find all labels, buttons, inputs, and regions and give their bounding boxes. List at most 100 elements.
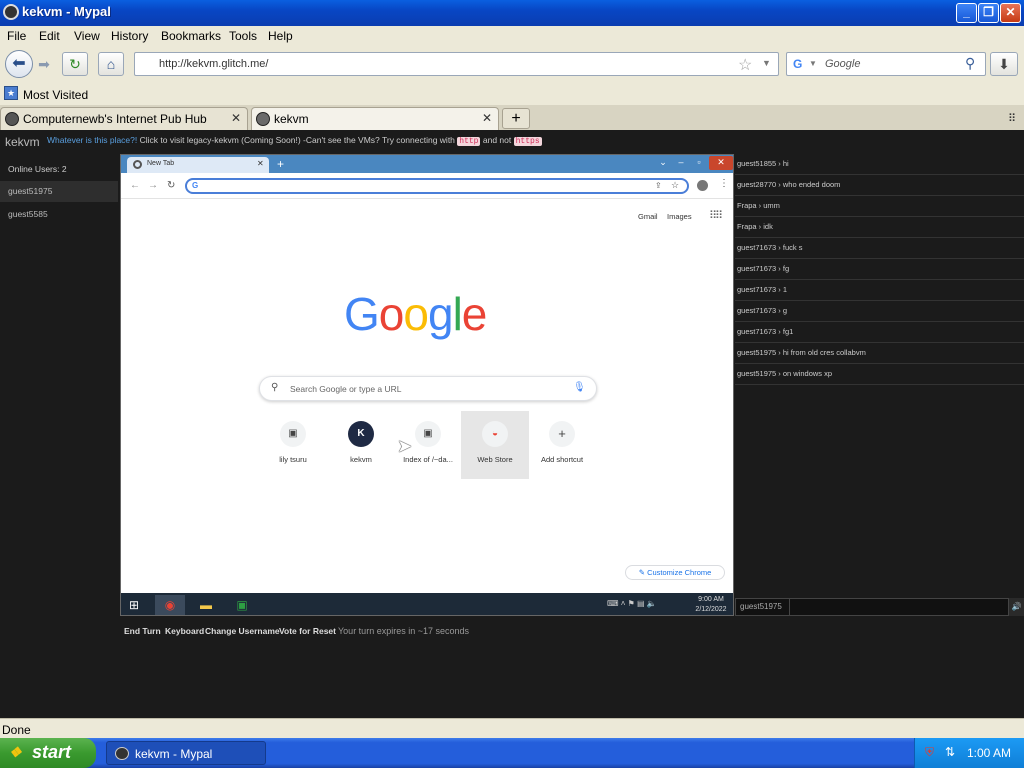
start-button[interactable]: ❖ start	[0, 738, 96, 768]
forward-arrow-icon[interactable]: ➡	[34, 56, 54, 74]
reload-icon[interactable]: ↻	[62, 52, 88, 76]
window-titlebar[interactable]: kekvm - Mypal _ ❐ ✕	[0, 0, 1024, 26]
chrome-close-icon[interactable]: ✕	[709, 156, 733, 170]
chrome-tab-search-icon[interactable]: ⌄	[655, 156, 671, 170]
windows10-clock[interactable]: 9:00 AM 2/12/2022	[691, 595, 731, 615]
close-button[interactable]: ✕	[1000, 3, 1021, 23]
menu-bookmarks[interactable]: Bookmarks	[161, 29, 221, 43]
chat-log[interactable]: guest51855 › hi guest28770 › who ended d…	[735, 154, 1024, 594]
kekvm-letter-icon: K	[348, 421, 374, 447]
user-list-item[interactable]: guest51975	[0, 181, 118, 202]
tray-clock[interactable]: 1:00 AM	[967, 746, 1011, 760]
most-visited-icon: ★	[4, 86, 18, 100]
system-tray-icons[interactable]: ⌨ ˄ ⚑ ▤ 🔈	[607, 599, 657, 608]
security-shield-icon[interactable]: ⛨	[925, 745, 934, 760]
new-tab-button[interactable]: +	[502, 108, 530, 129]
share-icon[interactable]: ⇪	[655, 181, 662, 190]
tab-kekvm[interactable]: kekvm ✕	[251, 107, 499, 130]
menu-history[interactable]: History	[111, 29, 148, 43]
menu-file[interactable]: File	[7, 29, 26, 43]
intro-text[interactable]: Click to visit legacy-kekvm (Coming Soon…	[140, 135, 455, 145]
taskbar-item-mypal[interactable]: kekvm - Mypal	[106, 741, 266, 765]
profile-avatar-icon[interactable]	[697, 180, 708, 191]
change-username-button[interactable]: Change Username	[205, 626, 280, 636]
store-icon[interactable]: ▣	[227, 595, 257, 615]
menu-tools[interactable]: Tools	[229, 29, 257, 43]
chrome-maximize-icon[interactable]: ▫	[691, 156, 707, 170]
chat-message: guest71673 › g	[735, 301, 1024, 322]
google-search-placeholder[interactable]: Search Google or type a URL	[290, 384, 402, 394]
mypal-app-icon	[3, 4, 19, 20]
chat-input[interactable]	[789, 599, 1009, 615]
search-engine-dropdown-icon[interactable]: ▼	[809, 59, 817, 68]
bookmark-star-icon[interactable]: ☆	[671, 180, 679, 191]
vm-screen[interactable]: New Tab ✕ + ⌄ – ▫ ✕ ← → ↻ G ⇪ ☆ ⋮ Gmail …	[120, 154, 734, 616]
chat-message: guest71673 › fuck s	[735, 238, 1024, 259]
back-arrow-icon[interactable]: ⬅	[5, 50, 33, 78]
tab-close-icon[interactable]: ✕	[231, 111, 241, 125]
tab-list-icon[interactable]: ⠿	[1008, 112, 1016, 125]
chrome-new-tab-icon[interactable]: +	[277, 157, 284, 171]
google-search-box[interactable]: ⚲ Search Google or type a URL 🎙	[259, 376, 597, 401]
gmail-link[interactable]: Gmail	[638, 212, 658, 221]
voice-search-mic-icon[interactable]: 🎙	[573, 382, 586, 393]
logo-letter: o	[403, 288, 429, 340]
about-link[interactable]: Whatever is this place?!	[47, 135, 137, 145]
home-icon[interactable]: ⌂	[98, 52, 124, 76]
shortcut-tile[interactable]: ◒ Web Store	[461, 411, 529, 479]
images-link[interactable]: Images	[667, 212, 692, 221]
shortcut-tile[interactable]: ▣ lily tsuru	[259, 411, 327, 479]
search-icon[interactable]: ⚲	[965, 55, 975, 72]
url-text[interactable]: http://kekvm.glitch.me/	[159, 58, 268, 70]
chat-username: guest51975	[740, 602, 782, 611]
volume-icon[interactable]: 🔊	[1009, 598, 1024, 616]
tab-pub-hub[interactable]: Computernewb's Internet Pub Hub ✕	[0, 107, 248, 130]
end-turn-button[interactable]: End Turn	[124, 626, 161, 636]
chrome-tab-close-icon[interactable]: ✕	[257, 159, 264, 168]
keyboard-button[interactable]: Keyboard	[165, 626, 204, 636]
bookmark-most-visited[interactable]: Most Visited	[23, 88, 88, 102]
shortcut-favicon-icon: ▣	[280, 421, 306, 447]
file-explorer-icon[interactable]: ▬	[191, 595, 221, 615]
plus-icon: +	[549, 421, 575, 447]
chrome-reload-icon[interactable]: ↻	[167, 180, 175, 191]
minimize-button[interactable]: _	[956, 3, 977, 23]
menu-view[interactable]: View	[74, 29, 100, 43]
screen: kekvm - Mypal _ ❐ ✕ File Edit View Histo…	[0, 0, 1024, 768]
search-bar[interactable]: G ▼ Google ⚲	[786, 52, 986, 76]
chrome-menu-icon[interactable]: ⋮	[719, 178, 729, 189]
chrome-tab[interactable]: New Tab ✕	[127, 157, 269, 173]
customize-chrome-button[interactable]: ✎ Customize Chrome	[625, 565, 725, 580]
add-shortcut-tile[interactable]: + Add shortcut	[528, 411, 596, 479]
restore-button[interactable]: ❐	[978, 3, 999, 23]
chat-message: guest28770 › who ended doom	[735, 175, 1024, 196]
url-bar[interactable]: http://kekvm.glitch.me/ ☆ ▼	[134, 52, 779, 76]
chrome-forward-icon[interactable]: →	[148, 180, 158, 191]
site-logo[interactable]: kekvm	[5, 135, 40, 149]
url-dropdown-icon[interactable]: ▼	[762, 58, 771, 68]
google-g-icon[interactable]: G	[793, 57, 802, 71]
chrome-back-icon[interactable]: ←	[130, 180, 140, 191]
chrome-tab-favicon-icon	[133, 160, 142, 169]
windows-start-icon[interactable]: ⊞	[129, 598, 143, 612]
status-bar: Done	[0, 718, 1024, 738]
google-apps-icon[interactable]: ⠿⠿	[709, 209, 723, 222]
bookmark-star-icon[interactable]: ☆	[738, 55, 752, 75]
chat-message: guest51975 › on windows xp	[735, 364, 1024, 385]
search-input[interactable]: Google	[825, 58, 860, 70]
tab-close-icon[interactable]: ✕	[482, 111, 492, 125]
chrome-omnibox[interactable]: G ⇪ ☆	[185, 178, 689, 194]
network-icon[interactable]: ⇅	[945, 745, 955, 759]
download-icon[interactable]: ⬇	[990, 52, 1018, 76]
menu-edit[interactable]: Edit	[39, 29, 60, 43]
menu-help[interactable]: Help	[268, 29, 293, 43]
vote-reset-button[interactable]: Vote for Reset	[279, 626, 336, 636]
google-logo: Google	[344, 287, 487, 341]
chrome-taskbar-icon[interactable]: ◉	[155, 595, 185, 615]
shortcut-favicon-icon: ▣	[415, 421, 441, 447]
shortcut-tile[interactable]: K kekvm	[327, 411, 395, 479]
chrome-minimize-icon[interactable]: –	[673, 156, 689, 170]
shortcut-label: Add shortcut	[540, 455, 584, 464]
chat-input-row: guest51975	[735, 598, 1009, 616]
user-list-item[interactable]: guest5585	[0, 204, 118, 225]
